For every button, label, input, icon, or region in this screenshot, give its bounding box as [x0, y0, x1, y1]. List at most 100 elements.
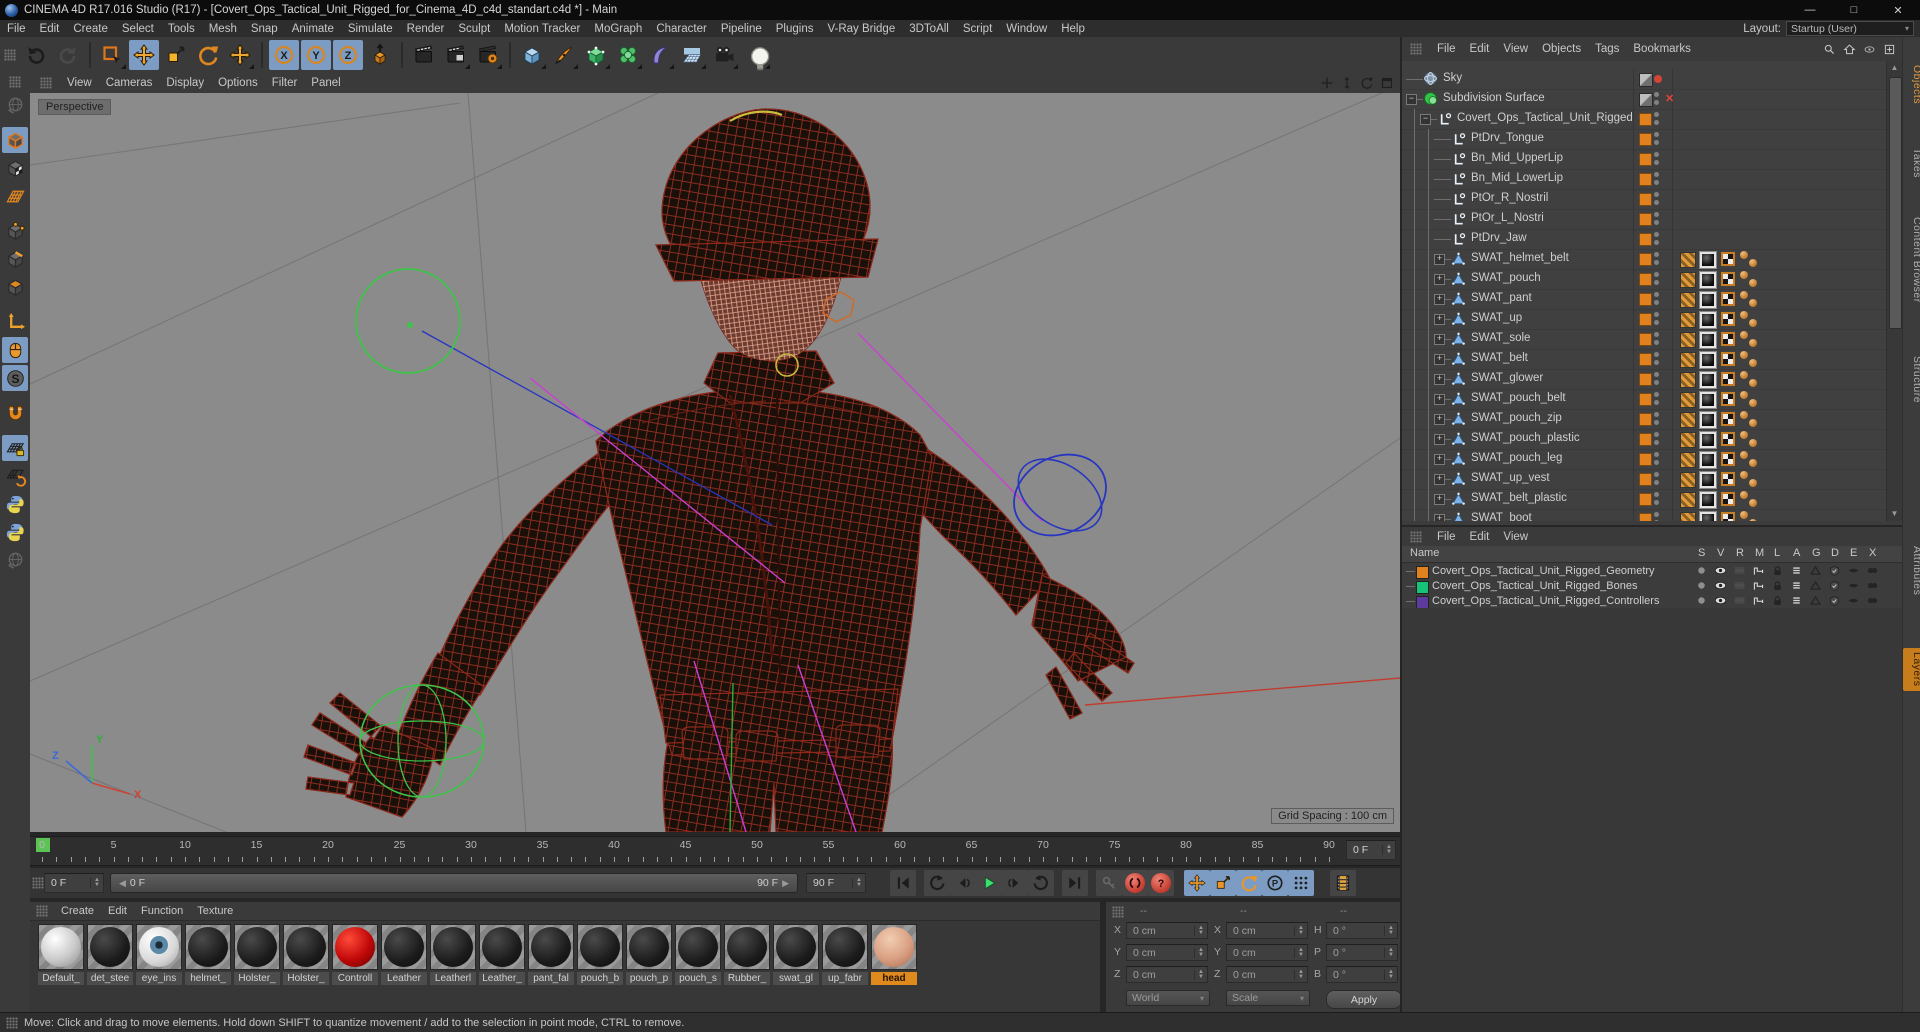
bend-deformer-button[interactable]: [645, 40, 675, 70]
apply-button[interactable]: Apply: [1326, 990, 1402, 1009]
material-thumbnail[interactable]: eye_ins: [136, 924, 182, 985]
layout-select[interactable]: Startup (User) ▾: [1786, 21, 1914, 36]
phong-tag-icons[interactable]: [1740, 311, 1760, 328]
timeline-slider[interactable]: ◀ 0 F 90 F ▶: [110, 873, 798, 893]
object-name[interactable]: SWAT_belt_plastic: [1471, 492, 1567, 504]
layer-color-square[interactable]: [1639, 393, 1652, 406]
lock-y-axis-button[interactable]: Y: [301, 40, 331, 70]
lock-x-axis-button[interactable]: X: [269, 40, 299, 70]
compositing-tag-icon[interactable]: [1639, 73, 1653, 87]
key-position-button[interactable]: [1184, 870, 1210, 896]
workplane-rotate-button[interactable]: [2, 463, 28, 489]
tree-row[interactable]: + SWAT_pouch_zip: [1402, 409, 1886, 430]
material-tag-icon[interactable]: [1699, 511, 1717, 521]
coords-drag-handle[interactable]: [1112, 906, 1124, 918]
coords-value-field[interactable]: 0 cm ▲ ▼: [1126, 922, 1208, 939]
redo-button[interactable]: [53, 40, 83, 70]
material-tag-icon[interactable]: [1699, 371, 1717, 389]
expand-icon[interactable]: +: [1434, 394, 1445, 405]
object-name[interactable]: Subdivision Surface: [1443, 92, 1545, 104]
phong-tag-icons[interactable]: [1740, 251, 1760, 268]
light-button[interactable]: [741, 40, 771, 71]
visibility-dots-icon[interactable]: [1654, 352, 1660, 366]
phong-tag-icons[interactable]: [1740, 431, 1760, 448]
record-keyframe-button[interactable]: [1096, 870, 1122, 896]
uvw-tag-icon[interactable]: [1721, 272, 1735, 286]
manager-icon[interactable]: [1752, 579, 1765, 592]
visibility-dots-icon[interactable]: [1654, 452, 1660, 466]
layer-name[interactable]: Covert_Ops_Tactical_Unit_Rigged_Geometry: [1432, 565, 1655, 577]
view-eye-icon[interactable]: [1714, 579, 1727, 592]
materials-menu-function[interactable]: Function: [134, 905, 190, 917]
generators-icon[interactable]: [1809, 594, 1822, 607]
viewport-menu-options[interactable]: Options: [211, 77, 265, 89]
menubar-item-pipeline[interactable]: Pipeline: [714, 23, 769, 35]
layer-color-square[interactable]: [1639, 273, 1652, 286]
material-thumbnail[interactable]: helmet_: [185, 924, 231, 985]
material-tag-icon[interactable]: [1699, 271, 1717, 289]
weight-tag-icon[interactable]: [1680, 412, 1696, 428]
expand-icon[interactable]: +: [1434, 374, 1445, 385]
disable-x-icon[interactable]: ✕: [1665, 92, 1674, 105]
render-film-icon[interactable]: [1733, 594, 1746, 607]
stepper-icon[interactable]: ▲ ▼: [1194, 925, 1204, 936]
tab-layers[interactable]: Layers: [1903, 648, 1920, 691]
visibility-dots-icon[interactable]: [1654, 192, 1660, 206]
object-name[interactable]: SWAT_up: [1471, 312, 1522, 324]
object-name[interactable]: SWAT_glower: [1471, 372, 1543, 384]
autokey-record-button[interactable]: [1122, 870, 1148, 896]
collapse-icon[interactable]: −: [1420, 114, 1431, 125]
tree-row[interactable]: + SWAT_boot: [1402, 509, 1886, 521]
viewport-drag-handle[interactable]: [40, 77, 52, 89]
menubar-item-sculpt[interactable]: Sculpt: [451, 23, 497, 35]
stepper-icon[interactable]: ▲ ▼: [1384, 969, 1394, 980]
viewport-menu-cameras[interactable]: Cameras: [99, 77, 160, 89]
tree-row[interactable]: + SWAT_belt_plastic: [1402, 489, 1886, 510]
material-tag-icon[interactable]: [1699, 311, 1717, 329]
layer-color-square[interactable]: [1639, 333, 1652, 346]
render-settings-button[interactable]: [473, 40, 503, 70]
object-manager-menu-objects[interactable]: Objects: [1535, 43, 1588, 55]
materials-menu-edit[interactable]: Edit: [101, 905, 134, 917]
object-name[interactable]: SWAT_pouch_zip: [1471, 412, 1562, 424]
material-thumbnail[interactable]: Default_: [38, 924, 84, 985]
tree-row[interactable]: + SWAT_pant: [1402, 289, 1886, 310]
play-button[interactable]: [976, 870, 1002, 896]
layer-color-square[interactable]: [1639, 513, 1652, 521]
floor-environment-button[interactable]: [677, 40, 707, 70]
lock-icon[interactable]: [1771, 594, 1784, 607]
expand-icon[interactable]: +: [1434, 494, 1445, 505]
object-name[interactable]: Covert_Ops_Tactical_Unit_Rigged: [1457, 112, 1633, 124]
visibility-dots-icon[interactable]: [1654, 152, 1660, 166]
weight-tag-icon[interactable]: [1680, 392, 1696, 408]
scale-tool-button[interactable]: [161, 40, 191, 70]
key-pla-button[interactable]: [1288, 870, 1314, 896]
menubar-item-tools[interactable]: Tools: [161, 23, 202, 35]
tab-takes[interactable]: Takes: [1903, 148, 1920, 178]
workplane-mode-button[interactable]: [2, 183, 28, 209]
pen-spline-button[interactable]: [549, 40, 579, 70]
visibility-dots-icon[interactable]: [1654, 332, 1660, 346]
generators-icon[interactable]: [1809, 564, 1822, 577]
solo-dot-icon[interactable]: [1695, 579, 1708, 592]
expressions-icon[interactable]: [1847, 579, 1860, 592]
visibility-dots-icon[interactable]: [1654, 412, 1660, 426]
coords-combo-scale[interactable]: Scale ▾: [1226, 990, 1310, 1006]
collapse-icon[interactable]: −: [1406, 94, 1417, 105]
phong-tag-icons[interactable]: [1740, 411, 1760, 428]
goto-start-button[interactable]: [890, 870, 916, 896]
object-name[interactable]: SWAT_up_vest: [1471, 472, 1550, 484]
weight-tag-icon[interactable]: [1680, 372, 1696, 388]
render-picture-viewer-button[interactable]: [441, 40, 471, 70]
polygons-mode-button[interactable]: [2, 274, 28, 300]
expand-icon[interactable]: +: [1434, 454, 1445, 465]
tree-row[interactable]: PtOr_L_Nostri: [1402, 209, 1886, 230]
viewport-menu-display[interactable]: Display: [159, 77, 211, 89]
render-film-icon[interactable]: [1733, 564, 1746, 577]
render-film-icon[interactable]: [1733, 579, 1746, 592]
menubar-item-motion-tracker[interactable]: Motion Tracker: [497, 23, 587, 35]
visibility-dots-icon[interactable]: [1654, 312, 1660, 326]
list-icon[interactable]: [1790, 594, 1803, 607]
object-name[interactable]: SWAT_pouch_plastic: [1471, 432, 1580, 444]
expand-icon[interactable]: +: [1434, 434, 1445, 445]
